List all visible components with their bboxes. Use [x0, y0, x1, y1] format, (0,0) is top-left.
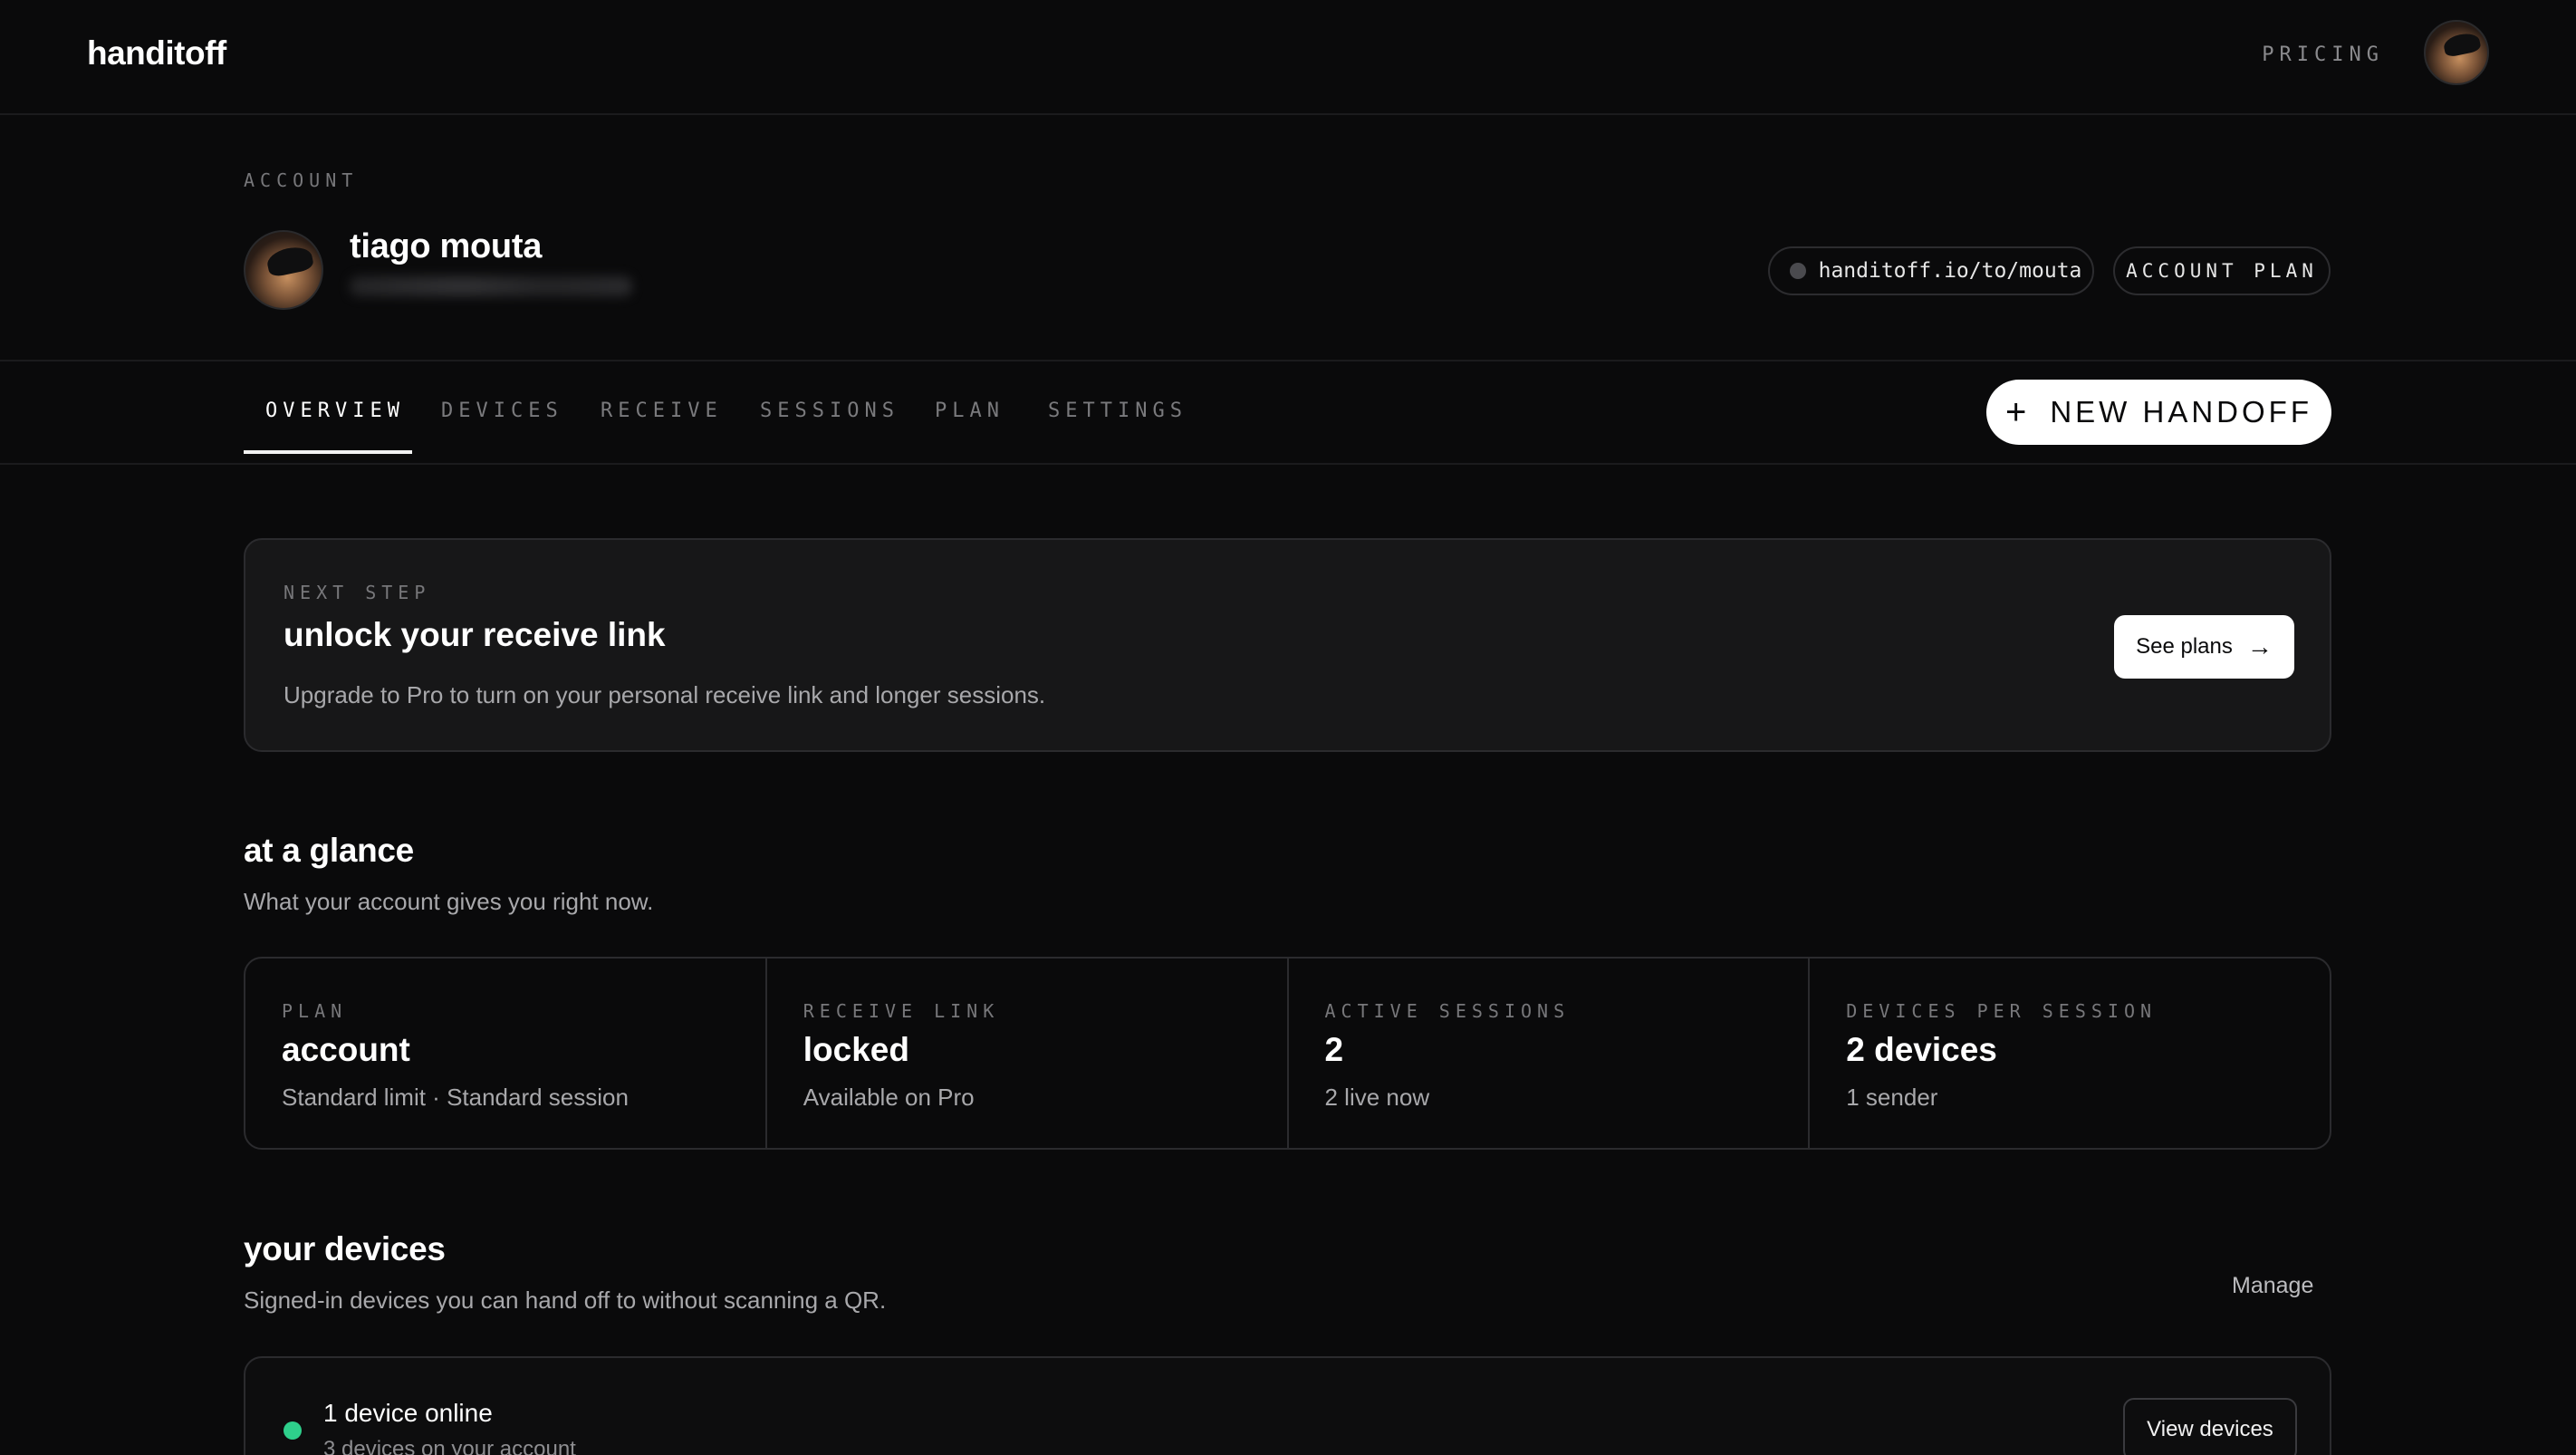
account-header: ACCOUNT tiago mouta handitoff.io/to/mout…	[0, 115, 2576, 361]
see-plans-label: See plans	[2136, 634, 2233, 659]
tab-overview[interactable]: OVERVIEW	[265, 400, 405, 422]
next-step-description: Upgrade to Pro to turn on your personal …	[284, 681, 1046, 708]
devices-card: 1 device online 3 devices on your accoun…	[244, 1356, 2331, 1455]
account-eyebrow: ACCOUNT	[244, 169, 359, 191]
user-avatar[interactable]	[2424, 20, 2489, 85]
glance-subtitle: What your account gives you right now.	[244, 888, 654, 915]
stat-label: DEVICES PER SESSION	[1846, 1000, 2158, 1022]
stats-grid: PLAN account Standard limit · Standard s…	[244, 957, 2331, 1150]
stat-label: ACTIVE SESSIONS	[1324, 1000, 1571, 1022]
tab-sessions[interactable]: SESSIONS	[760, 400, 899, 422]
receive-link-pill[interactable]: handitoff.io/to/mouta	[1768, 246, 2094, 295]
arrow-right-icon: →	[2246, 632, 2273, 660]
new-handoff-label: NEW HANDOFF	[2050, 395, 2312, 429]
online-status-icon	[284, 1421, 302, 1440]
glance-title: at a glance	[244, 832, 414, 869]
devices-online-count: 1 device online	[323, 1399, 493, 1427]
stat-note: 1 sender	[1846, 1084, 1938, 1111]
stat-label: PLAN	[282, 1000, 348, 1022]
user-email-redacted	[350, 276, 632, 296]
next-step-eyebrow: NEXT STEP	[284, 582, 431, 603]
active-tab-indicator	[244, 450, 412, 454]
stat-value: locked	[803, 1031, 909, 1068]
stat-value: 2 devices	[1846, 1031, 1997, 1068]
next-step-title: unlock your receive link	[284, 616, 666, 653]
receive-link-text: handitoff.io/to/mouta	[1818, 259, 2082, 283]
tab-bar: OVERVIEW DEVICES RECEIVE SESSIONS PLAN S…	[0, 361, 2576, 465]
stat-note: Standard limit · Standard session	[282, 1084, 629, 1111]
devices-title: your devices	[244, 1230, 446, 1267]
pricing-link[interactable]: PRICING	[2262, 43, 2384, 66]
account-plan-pill[interactable]: ACCOUNT PLAN	[2113, 246, 2331, 295]
plus-icon: +	[2004, 392, 2031, 432]
new-handoff-button[interactable]: + NEW HANDOFF	[1986, 380, 2331, 445]
devices-total-count: 3 devices on your account	[323, 1437, 576, 1455]
stat-active-sessions: ACTIVE SESSIONS 2 2 live now	[1289, 959, 1811, 1148]
stat-devices-per-session: DEVICES PER SESSION 2 devices 1 sender	[1810, 959, 2330, 1148]
manage-devices-link[interactable]: Manage	[2232, 1273, 2313, 1299]
stat-value: 2	[1324, 1031, 1344, 1068]
status-dot-icon	[1790, 263, 1806, 279]
user-name: tiago mouta	[350, 227, 543, 265]
tab-devices[interactable]: DEVICES	[441, 400, 563, 422]
stat-note: 2 live now	[1324, 1084, 1430, 1111]
tab-plan[interactable]: PLAN	[935, 400, 1004, 422]
top-bar: handitoff PRICING	[0, 0, 2576, 115]
next-step-card: NEXT STEP unlock your receive link Upgra…	[244, 538, 2331, 752]
see-plans-button[interactable]: See plans →	[2114, 615, 2294, 679]
stat-note: Available on Pro	[803, 1084, 975, 1111]
logo[interactable]: handitoff	[87, 34, 226, 72]
view-devices-button[interactable]: View devices	[2123, 1398, 2297, 1455]
tab-settings[interactable]: SETTINGS	[1048, 400, 1187, 422]
profile-avatar	[244, 230, 323, 310]
stat-value: account	[282, 1031, 410, 1068]
tab-receive[interactable]: RECEIVE	[601, 400, 723, 422]
stat-label: RECEIVE LINK	[803, 1000, 1000, 1022]
stat-receive-link: RECEIVE LINK locked Available on Pro	[767, 959, 1289, 1148]
stat-plan: PLAN account Standard limit · Standard s…	[245, 959, 767, 1148]
devices-subtitle: Signed-in devices you can hand off to wi…	[244, 1286, 887, 1314]
